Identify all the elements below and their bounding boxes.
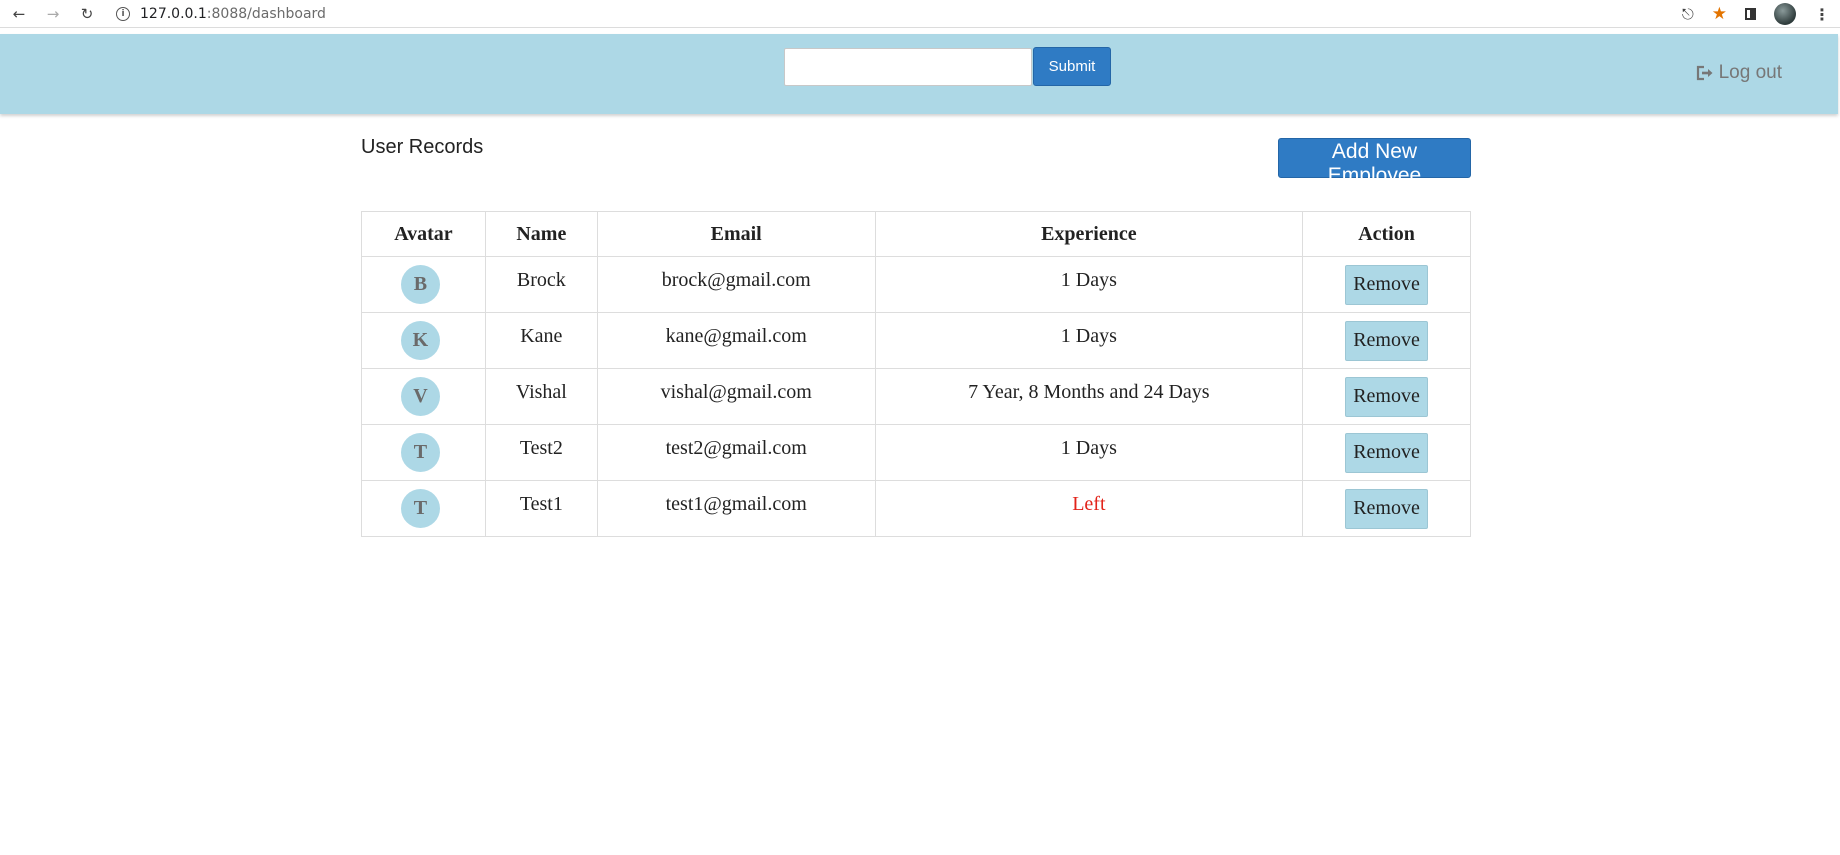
remove-button[interactable]: Remove — [1345, 376, 1429, 417]
action-cell: Remove — [1302, 312, 1471, 369]
avatar: T — [400, 489, 440, 528]
browser-actions: ⎋ ★ ⋮ — [1682, 0, 1830, 28]
column-header-name: Name — [484, 211, 598, 257]
experience-cell-left-status: Left — [874, 480, 1304, 537]
experience-cell: 1 Days — [874, 312, 1304, 369]
bookmark-star-icon[interactable]: ★ — [1712, 4, 1727, 24]
name-cell: Kane — [484, 312, 598, 369]
table-row: B Brock brock@gmail.com 1 Days Remove — [361, 256, 1471, 313]
side-panel-icon[interactable] — [1745, 8, 1756, 20]
remove-button[interactable]: Remove — [1345, 488, 1429, 529]
profile-avatar[interactable] — [1774, 3, 1796, 25]
app-header: Submit Log out — [0, 34, 1838, 114]
name-cell: Test1 — [484, 480, 598, 537]
avatar-cell: B — [361, 256, 486, 313]
column-header-avatar: Avatar — [361, 211, 486, 257]
avatar: B — [400, 265, 440, 304]
back-arrow-icon[interactable]: ← — [8, 3, 30, 25]
avatar-cell: T — [361, 480, 486, 537]
name-cell: Brock — [484, 256, 598, 313]
add-new-employee-button[interactable]: Add New Employee — [1278, 138, 1471, 187]
name-cell: Test2 — [484, 424, 598, 481]
column-header-experience: Experience — [874, 211, 1304, 257]
remove-button[interactable]: Remove — [1345, 264, 1429, 305]
logout-label: Log out — [1718, 62, 1782, 83]
share-icon[interactable]: ⎋ — [1682, 5, 1694, 23]
search-input[interactable] — [784, 48, 1032, 86]
email-cell: test1@gmail.com — [596, 480, 876, 537]
url-path: :8088/dashboard — [206, 5, 326, 22]
table-row: V Vishal vishal@gmail.com 7 Year, 8 Mont… — [361, 368, 1471, 425]
browser-menu-icon[interactable]: ⋮ — [1814, 5, 1830, 24]
forward-arrow-icon[interactable]: → — [42, 3, 64, 25]
action-cell: Remove — [1302, 368, 1471, 425]
table-row: K Kane kane@gmail.com 1 Days Remove — [361, 312, 1471, 369]
table-row: T Test2 test2@gmail.com 1 Days Remove — [361, 424, 1471, 481]
address-bar[interactable]: i 127.0.0.1:8088/dashboard — [116, 6, 326, 22]
action-cell: Remove — [1302, 256, 1471, 313]
experience-cell: 1 Days — [874, 424, 1304, 481]
submit-button[interactable]: Submit — [1033, 47, 1111, 86]
logout-link[interactable]: Log out — [1695, 62, 1782, 84]
avatar: V — [400, 377, 440, 416]
experience-cell: 7 Year, 8 Months and 24 Days — [874, 368, 1304, 425]
browser-toolbar: ← → ↻ i 127.0.0.1:8088/dashboard ⎋ ★ ⋮ — [0, 0, 1840, 28]
remove-button[interactable]: Remove — [1345, 320, 1429, 361]
name-cell: Vishal — [484, 368, 598, 425]
experience-cell: 1 Days — [874, 256, 1304, 313]
email-cell: test2@gmail.com — [596, 424, 876, 481]
column-header-action: Action — [1302, 211, 1471, 257]
url-host: 127.0.0.1 — [140, 5, 207, 22]
page-title: User Records — [361, 136, 484, 158]
reload-icon[interactable]: ↻ — [76, 3, 98, 25]
email-cell: vishal@gmail.com — [596, 368, 876, 425]
avatar-cell: T — [361, 424, 486, 481]
avatar: K — [400, 321, 440, 360]
remove-button[interactable]: Remove — [1345, 432, 1429, 473]
email-cell: brock@gmail.com — [596, 256, 876, 313]
logout-icon — [1696, 65, 1713, 81]
site-info-icon[interactable]: i — [116, 6, 130, 21]
avatar-cell: V — [361, 368, 486, 425]
avatar: T — [400, 433, 440, 472]
table-header-row: Avatar Name Email Experience Action — [361, 211, 1471, 257]
action-cell: Remove — [1302, 480, 1471, 537]
column-header-email: Email — [596, 211, 876, 257]
table-row: T Test1 test1@gmail.com Left Remove — [361, 480, 1471, 537]
user-records-table: Avatar Name Email Experience Action B Br… — [361, 211, 1471, 537]
email-cell: kane@gmail.com — [596, 312, 876, 369]
avatar-cell: K — [361, 312, 486, 369]
action-cell: Remove — [1302, 424, 1471, 481]
